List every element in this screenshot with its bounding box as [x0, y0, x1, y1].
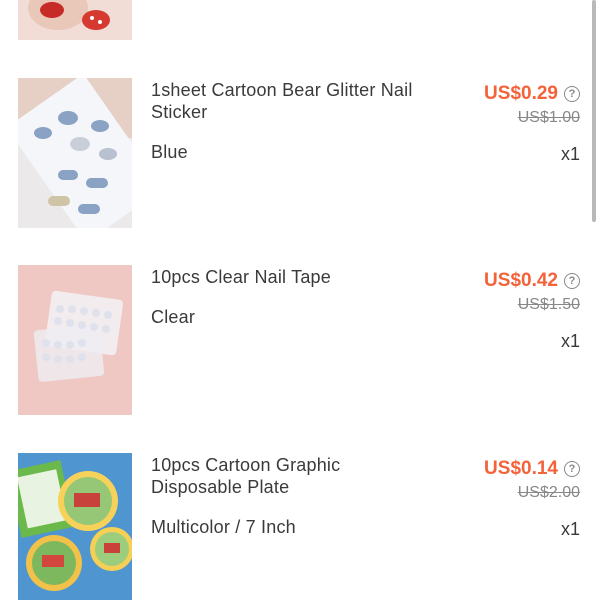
product-variant: Blue [151, 142, 188, 162]
product-title[interactable]: 10pcs Clear Nail Tape [151, 266, 421, 288]
product-image-previous[interactable] [18, 0, 132, 40]
price-group: US$0.29 ? [484, 83, 580, 105]
help-icon[interactable]: ? [564, 86, 580, 102]
product-title[interactable]: 10pcs Cartoon Graphic Disposable Plate [151, 454, 421, 498]
quantity-label: x1 [560, 519, 580, 539]
quantity-label: x1 [560, 331, 580, 351]
quantity-label: x1 [560, 144, 580, 164]
sale-price: US$0.42 [484, 270, 558, 291]
product-image-nail-tape[interactable] [18, 265, 132, 415]
original-price: US$1.50 [517, 296, 580, 313]
sale-price: US$0.29 [484, 83, 558, 104]
help-icon[interactable]: ? [564, 273, 580, 289]
price-group: US$0.42 ? [484, 270, 580, 292]
product-image-disposable-plate[interactable] [18, 453, 132, 600]
original-price: US$1.00 [517, 109, 580, 126]
help-icon[interactable]: ? [564, 461, 580, 477]
product-title[interactable]: 1sheet Cartoon Bear Glitter Nail Sticker [151, 79, 421, 123]
price-group: US$0.14 ? [484, 458, 580, 480]
product-variant: Clear [151, 307, 196, 327]
sale-price: US$0.14 [484, 458, 558, 479]
scrollbar[interactable] [592, 0, 596, 222]
original-price: US$2.00 [517, 484, 580, 501]
product-variant: Multicolor / 7 Inch [151, 517, 296, 537]
product-image-nail-sticker[interactable] [18, 78, 132, 228]
